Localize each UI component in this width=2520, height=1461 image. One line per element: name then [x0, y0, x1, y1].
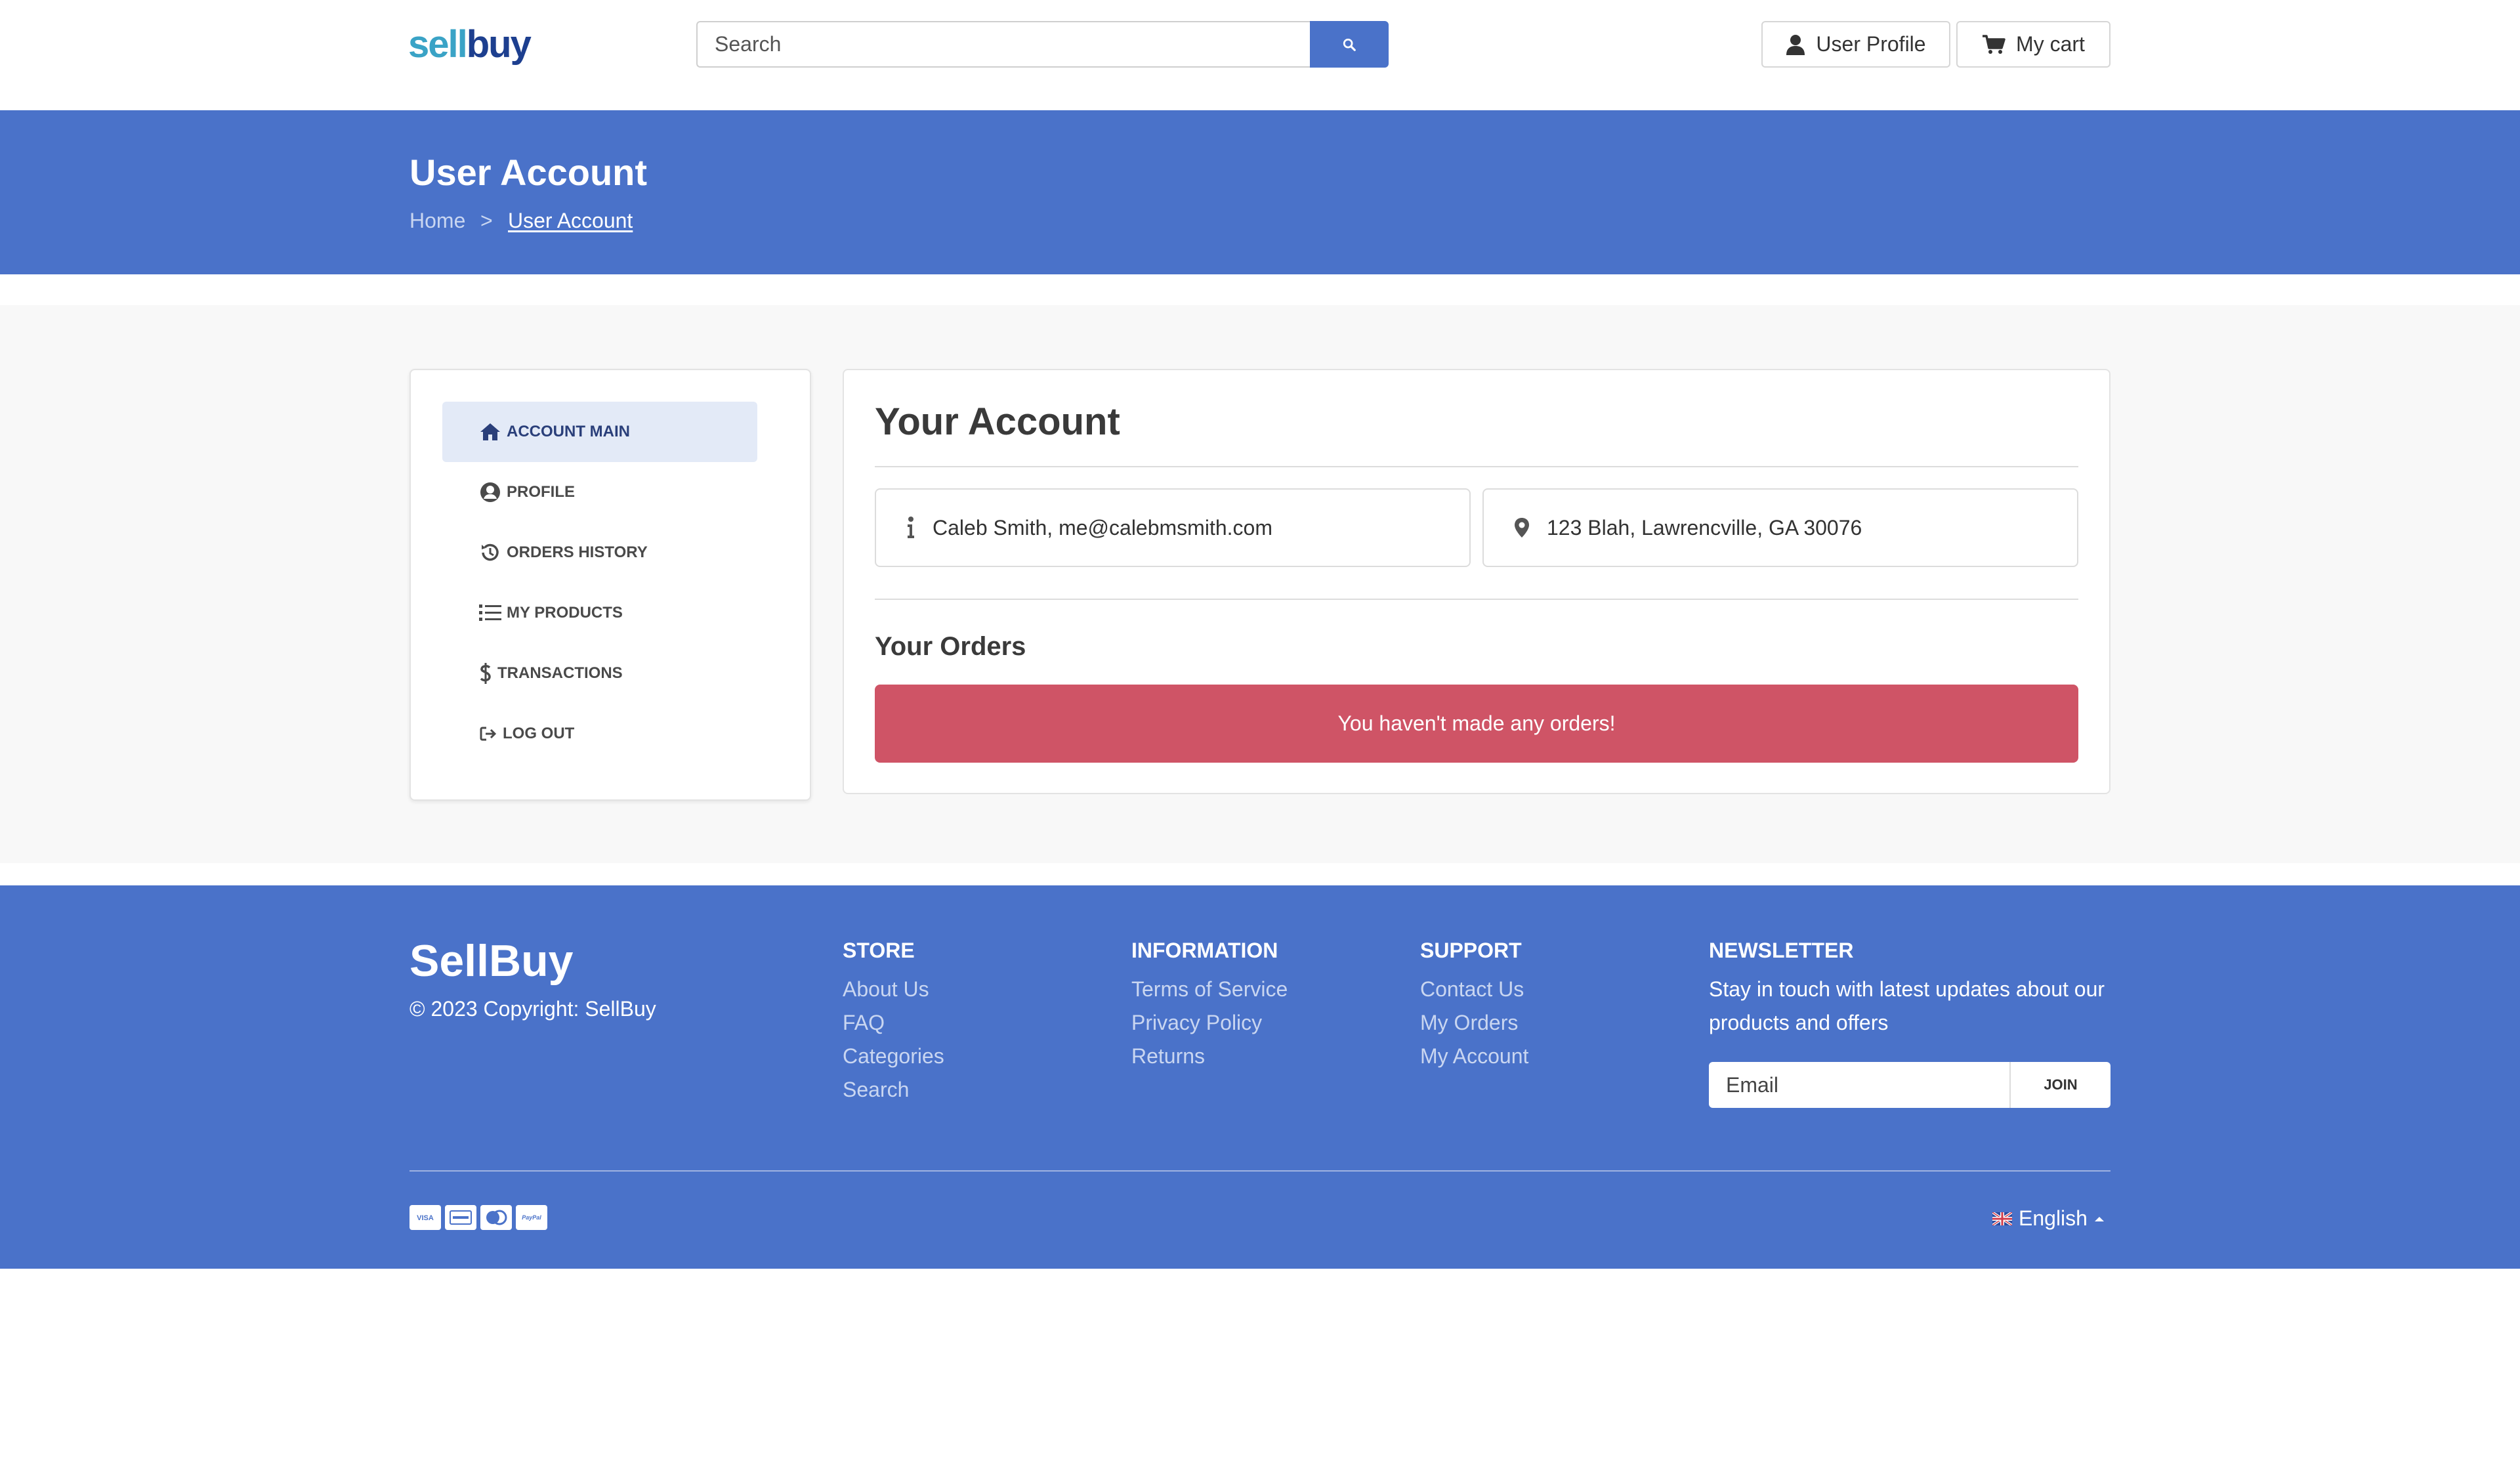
footer-link-my-account[interactable]: My Account — [1420, 1040, 1528, 1073]
newsletter-email-input[interactable] — [1709, 1062, 2009, 1108]
footer-links-store: About Us FAQ Categories Search — [843, 973, 944, 1107]
amex-icon — [445, 1205, 476, 1230]
payment-icons: VISA PayPal — [410, 1205, 547, 1230]
search-button[interactable] — [1310, 21, 1389, 68]
divider — [875, 599, 2078, 600]
footer-link-contact[interactable]: Contact Us — [1420, 973, 1528, 1006]
newsletter-text: Stay in touch with latest updates about … — [1709, 977, 2105, 1034]
site-logo[interactable]: sellbuy — [408, 18, 532, 71]
footer-brand: SellBuy — [410, 936, 574, 986]
uk-flag-icon — [1992, 1212, 2012, 1225]
user-icon — [1786, 34, 1805, 55]
language-selector[interactable]: English — [1992, 1206, 2105, 1231]
sidebar-item-log-out[interactable]: Log Out — [442, 704, 757, 764]
footer-col-title-store: Store — [843, 939, 915, 962]
svg-text:PayPal: PayPal — [522, 1214, 541, 1221]
logout-icon — [479, 723, 497, 745]
user-info-box: Caleb Smith, me@calebmsmith.com — [875, 488, 1471, 567]
divider — [875, 466, 2078, 467]
breadcrumb-home[interactable]: Home — [410, 207, 465, 234]
footer-link-search[interactable]: Search — [843, 1073, 944, 1107]
orders-title: Your Orders — [875, 632, 1026, 661]
svg-text:VISA: VISA — [417, 1214, 434, 1222]
account-title: Your Account — [875, 400, 1120, 443]
search-input[interactable] — [696, 21, 1311, 68]
footer-link-faq[interactable]: FAQ — [843, 1006, 944, 1040]
page-title: User Account — [410, 152, 648, 193]
user-info-text: Caleb Smith, me@calebmsmith.com — [933, 515, 1272, 540]
breadcrumb-current[interactable]: User Account — [508, 207, 633, 234]
cart-icon — [1982, 34, 2006, 55]
history-icon — [479, 541, 501, 564]
dollar-icon — [479, 662, 492, 685]
breadcrumb-separator: > — [480, 209, 493, 232]
home-icon — [479, 421, 501, 443]
no-orders-alert: You haven't made any orders! — [875, 685, 2078, 763]
visa-icon: VISA — [410, 1205, 441, 1230]
sidebar-item-my-products[interactable]: My Products — [442, 583, 757, 643]
footer-divider — [410, 1170, 2110, 1172]
address-box: 123 Blah, Lawrencville, GA 30076 — [1482, 488, 2078, 567]
list-icon — [479, 602, 501, 624]
sidebar-item-label: Transactions — [497, 664, 623, 682]
sidebar-item-orders-history[interactable]: Orders History — [442, 522, 757, 583]
address-text: 123 Blah, Lawrencville, GA 30076 — [1547, 515, 1862, 540]
info-icon — [906, 517, 915, 539]
sidebar-item-label: Log Out — [503, 725, 575, 742]
footer-link-returns[interactable]: Returns — [1131, 1040, 1288, 1073]
user-profile-label: User Profile — [1816, 32, 1926, 56]
footer-link-categories[interactable]: Categories — [843, 1040, 944, 1073]
paypal-icon: PayPal — [516, 1205, 547, 1230]
footer-link-about-us[interactable]: About Us — [843, 973, 944, 1006]
no-orders-message: You haven't made any orders! — [1337, 711, 1616, 735]
footer-links-support: Contact Us My Orders My Account — [1420, 973, 1528, 1073]
footer-col-title-support: Support — [1420, 939, 1522, 962]
map-marker-icon — [1514, 517, 1530, 538]
sidebar-item-account-main[interactable]: Account Main — [442, 402, 757, 462]
cart-button[interactable]: My cart — [1956, 21, 2110, 68]
language-label: English — [2019, 1206, 2088, 1230]
footer-col-title-newsletter: Newsletter — [1709, 939, 1854, 962]
logo-part-buy: buy — [466, 23, 532, 66]
footer-copyright: © 2023 Copyright: SellBuy — [410, 997, 656, 1021]
cart-label: My cart — [2016, 32, 2085, 56]
search-icon — [1342, 37, 1356, 52]
sidebar-item-transactions[interactable]: Transactions — [442, 643, 757, 704]
caret-up-icon — [2094, 1216, 2105, 1222]
newsletter-join-button[interactable]: Join — [2009, 1062, 2110, 1108]
page-banner — [0, 110, 2520, 274]
sidebar-item-label: Orders History — [507, 543, 648, 561]
sidebar-item-label: Account Main — [507, 423, 630, 440]
footer-link-my-orders[interactable]: My Orders — [1420, 1006, 1528, 1040]
logo-part-sell: sell — [408, 23, 468, 66]
footer-links-information: Terms of Service Privacy Policy Returns — [1131, 973, 1288, 1073]
sidebar-item-label: Profile — [507, 483, 576, 501]
sidebar-item-profile[interactable]: Profile — [442, 462, 757, 522]
footer-link-terms[interactable]: Terms of Service — [1131, 973, 1288, 1006]
footer-link-privacy[interactable]: Privacy Policy — [1131, 1006, 1288, 1040]
footer-col-title-information: Information — [1131, 939, 1278, 962]
sidebar-item-label: My Products — [507, 604, 623, 622]
user-circle-icon — [479, 481, 501, 503]
mastercard-icon — [480, 1205, 512, 1230]
user-profile-button[interactable]: User Profile — [1761, 21, 1950, 68]
